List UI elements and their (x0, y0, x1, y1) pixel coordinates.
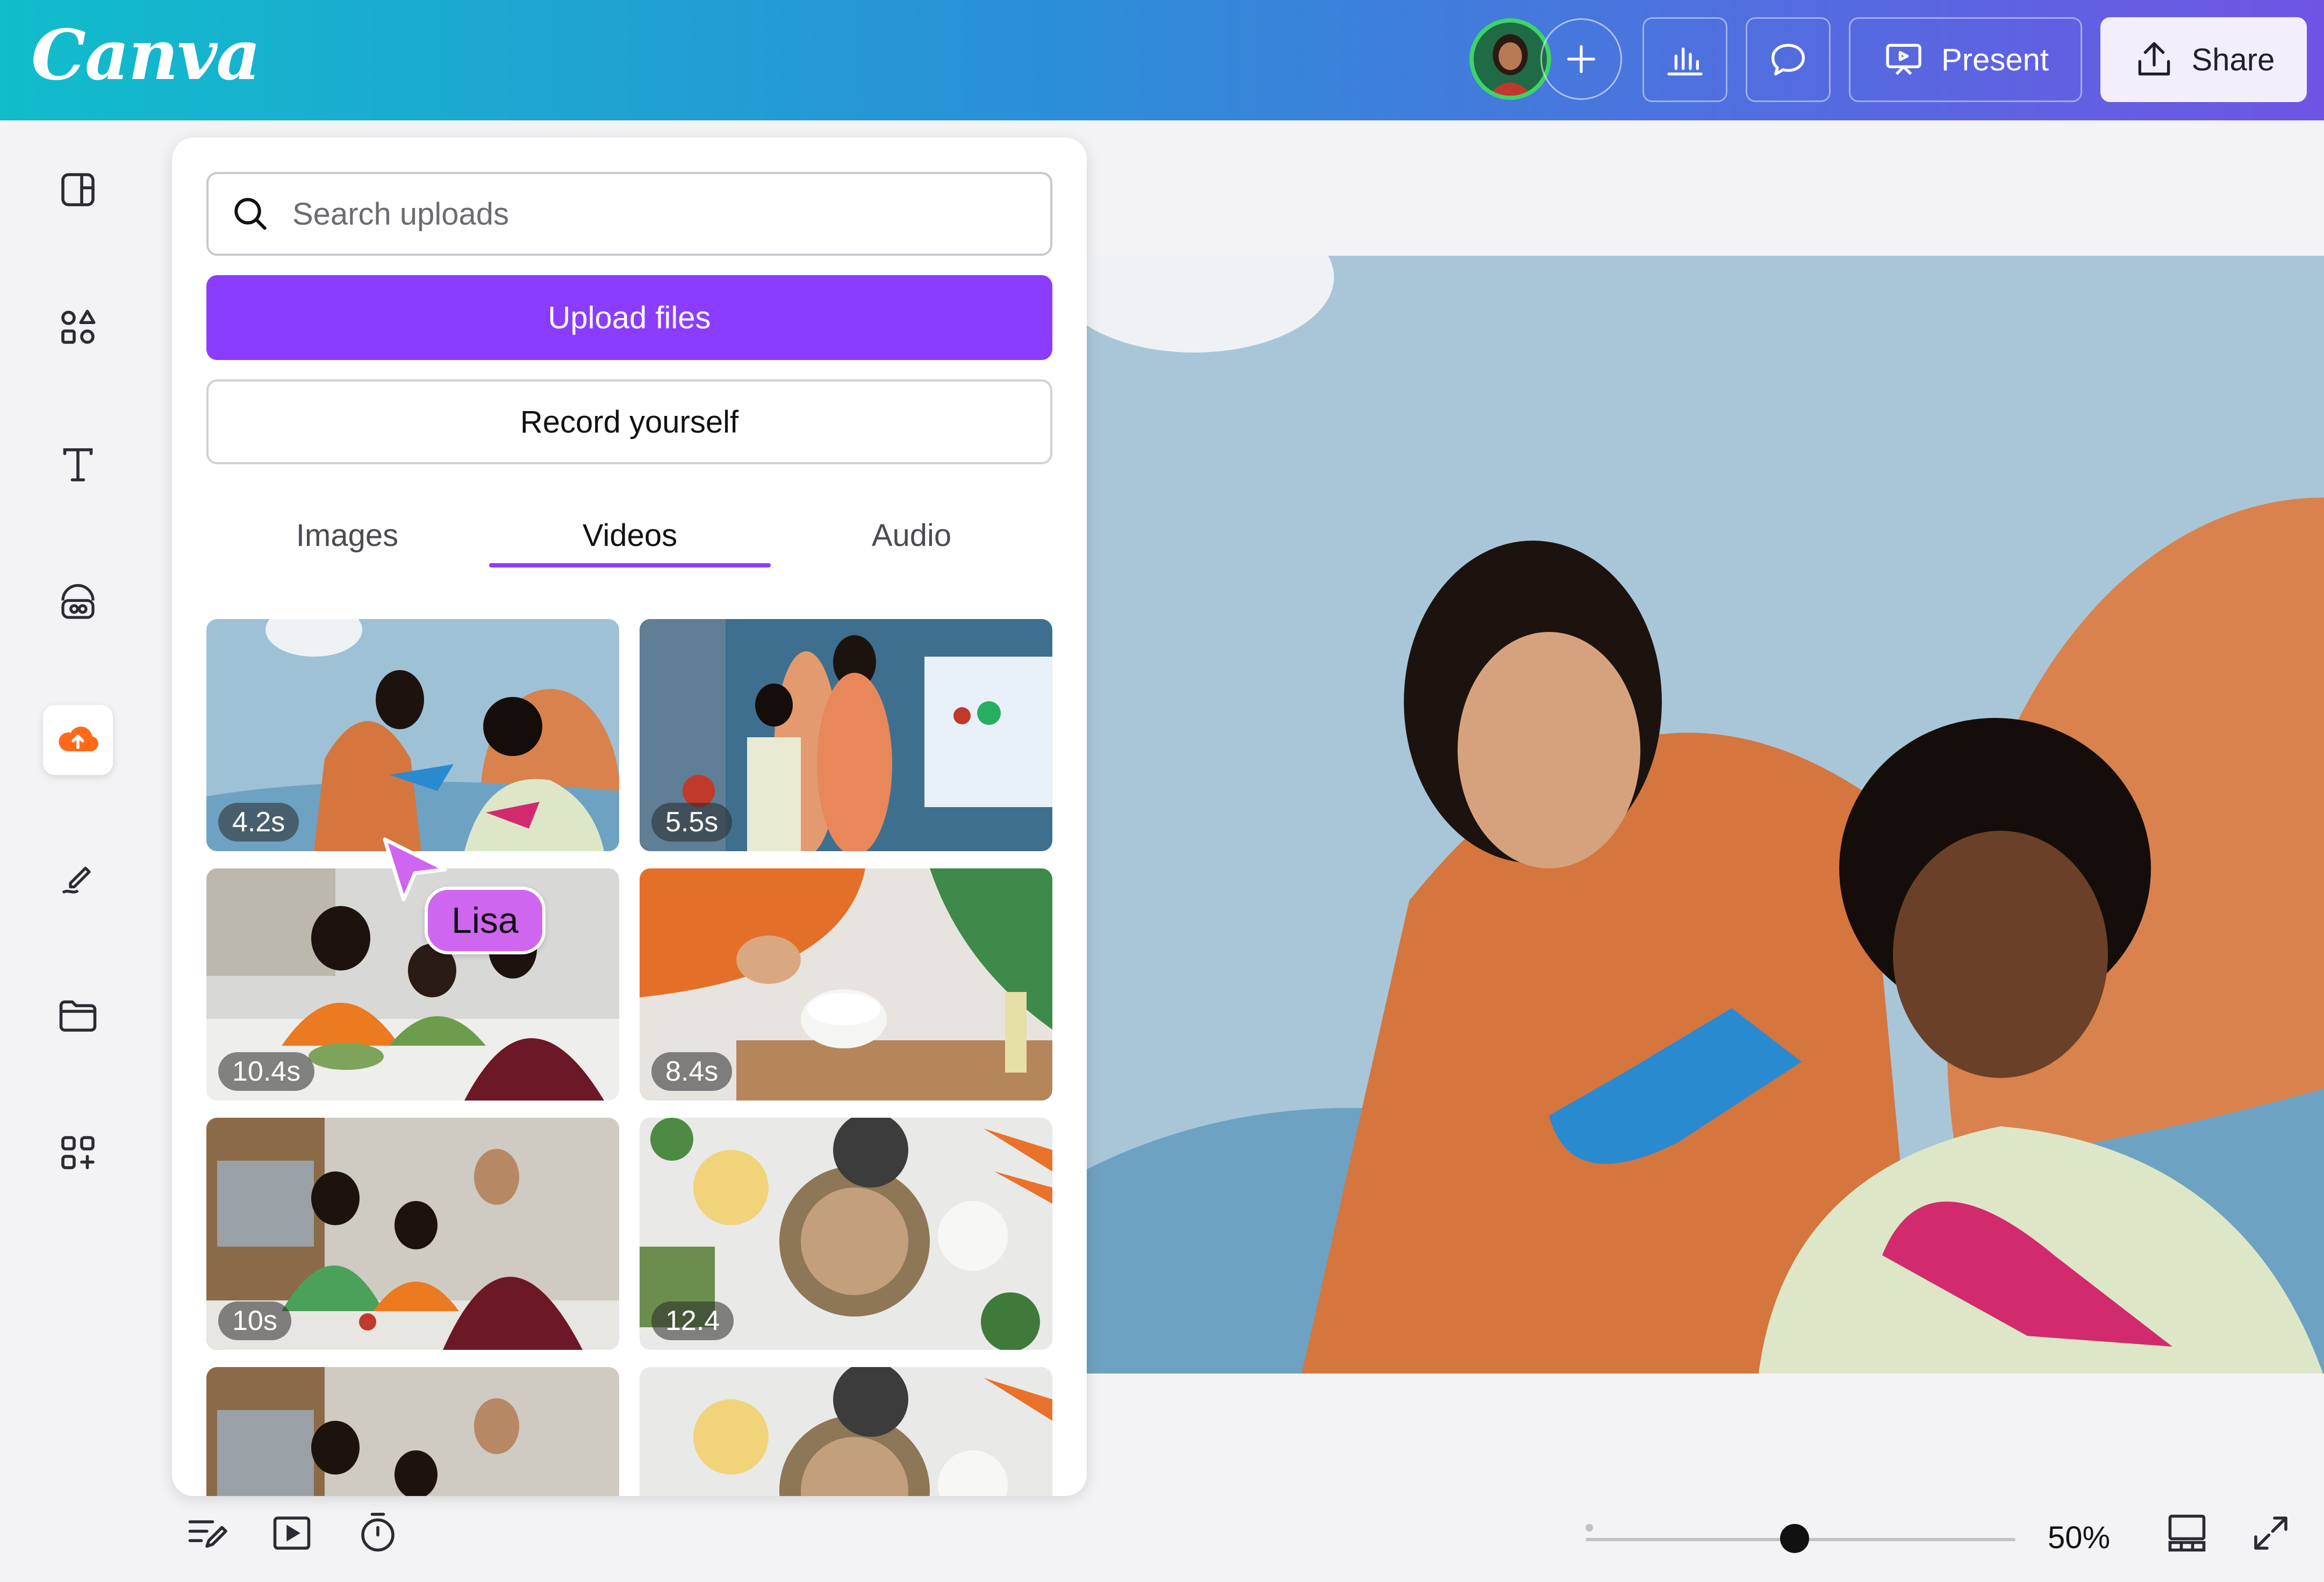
record-yourself-button[interactable]: Record yourself (206, 379, 1052, 464)
sidebar-item-draw[interactable] (43, 843, 113, 912)
grid-view-button[interactable] (2163, 1509, 2211, 1557)
video-thumbnail[interactable] (640, 1367, 1052, 1496)
upload-arrow-icon (2138, 42, 2170, 76)
video-thumbnail[interactable] (206, 1367, 619, 1496)
plus-icon (1567, 45, 1595, 73)
share-label: Share (2191, 42, 2275, 77)
active-tab-indicator (489, 563, 771, 567)
apps-icon (61, 1136, 95, 1169)
sidebar-item-design[interactable] (43, 155, 113, 225)
video-duration: 8.4s (651, 1052, 733, 1091)
presentation-screen-icon (1886, 44, 1921, 75)
share-button[interactable]: Share (2100, 17, 2307, 102)
video-thumbnail[interactable]: 12.4 (640, 1118, 1052, 1350)
add-collaborator-button[interactable] (1540, 18, 1622, 100)
sidebar-item-text[interactable] (43, 430, 113, 500)
search-icon (234, 198, 267, 230)
collaborator-name-tag: Lisa (425, 887, 546, 954)
notes-icon (188, 1520, 227, 1548)
upload-files-button[interactable]: Upload files (206, 275, 1052, 360)
video-thumbnail[interactable]: 8.4s (640, 868, 1052, 1101)
play-button[interactable] (268, 1509, 316, 1557)
sidebar-item-projects[interactable] (43, 980, 113, 1050)
draw-icon (62, 866, 91, 894)
sidebar-item-apps[interactable] (43, 1118, 113, 1188)
video-thumbnail[interactable]: 5.5s (640, 619, 1052, 851)
sidebar-item-brand[interactable] (43, 567, 113, 637)
canva-logo[interactable]: Canva (31, 15, 261, 96)
layout-icon (61, 173, 95, 206)
zoom-slider-handle[interactable] (1780, 1524, 1809, 1553)
comments-button[interactable] (1746, 17, 1831, 102)
timer-button[interactable] (354, 1509, 402, 1557)
tab-images[interactable]: Images (206, 503, 488, 567)
video-thumbnail[interactable]: 10s (206, 1118, 619, 1350)
text-icon (63, 448, 93, 481)
search-field[interactable] (206, 172, 1052, 256)
brand-icon (61, 584, 95, 619)
video-duration: 5.5s (651, 803, 733, 842)
play-icon (273, 1516, 311, 1550)
uploads-panel: Upload files Record yourself Images Vide… (172, 138, 1087, 1496)
video-duration: 4.2s (218, 803, 299, 842)
timer-icon (361, 1513, 394, 1552)
fullscreen-button[interactable] (2247, 1509, 2295, 1557)
video-duration: 10.4s (218, 1052, 315, 1091)
search-input[interactable] (291, 195, 992, 233)
canvas-video-frame (1087, 256, 2324, 1374)
top-bar: Canva Present Share (0, 0, 2324, 120)
tab-audio[interactable]: Audio (771, 503, 1052, 567)
bar-chart-icon (1667, 47, 1703, 76)
notes-button[interactable] (183, 1509, 231, 1557)
video-thumbnail[interactable]: 4.2s (206, 619, 619, 851)
expand-icon (2254, 1516, 2287, 1550)
sidebar-item-elements[interactable] (43, 292, 113, 362)
design-canvas[interactable] (1087, 256, 2324, 1374)
folder-icon (59, 1000, 97, 1032)
present-button[interactable]: Present (1849, 17, 2082, 102)
insights-button[interactable] (1642, 17, 1727, 102)
present-label: Present (1941, 42, 2049, 77)
zoom-min-dot (1586, 1524, 1593, 1531)
grid-view-icon (2168, 1514, 2206, 1552)
speech-bubble-icon (1771, 44, 1805, 76)
video-duration: 12.4 (651, 1301, 734, 1340)
zoom-percentage[interactable]: 50% (2048, 1520, 2110, 1556)
uploads-icon (59, 727, 98, 752)
user-avatar[interactable] (1469, 18, 1551, 100)
video-duration: 10s (218, 1301, 291, 1340)
tab-videos[interactable]: Videos (489, 503, 771, 567)
elements-icon (61, 310, 96, 344)
sidebar-item-uploads[interactable] (43, 705, 113, 775)
